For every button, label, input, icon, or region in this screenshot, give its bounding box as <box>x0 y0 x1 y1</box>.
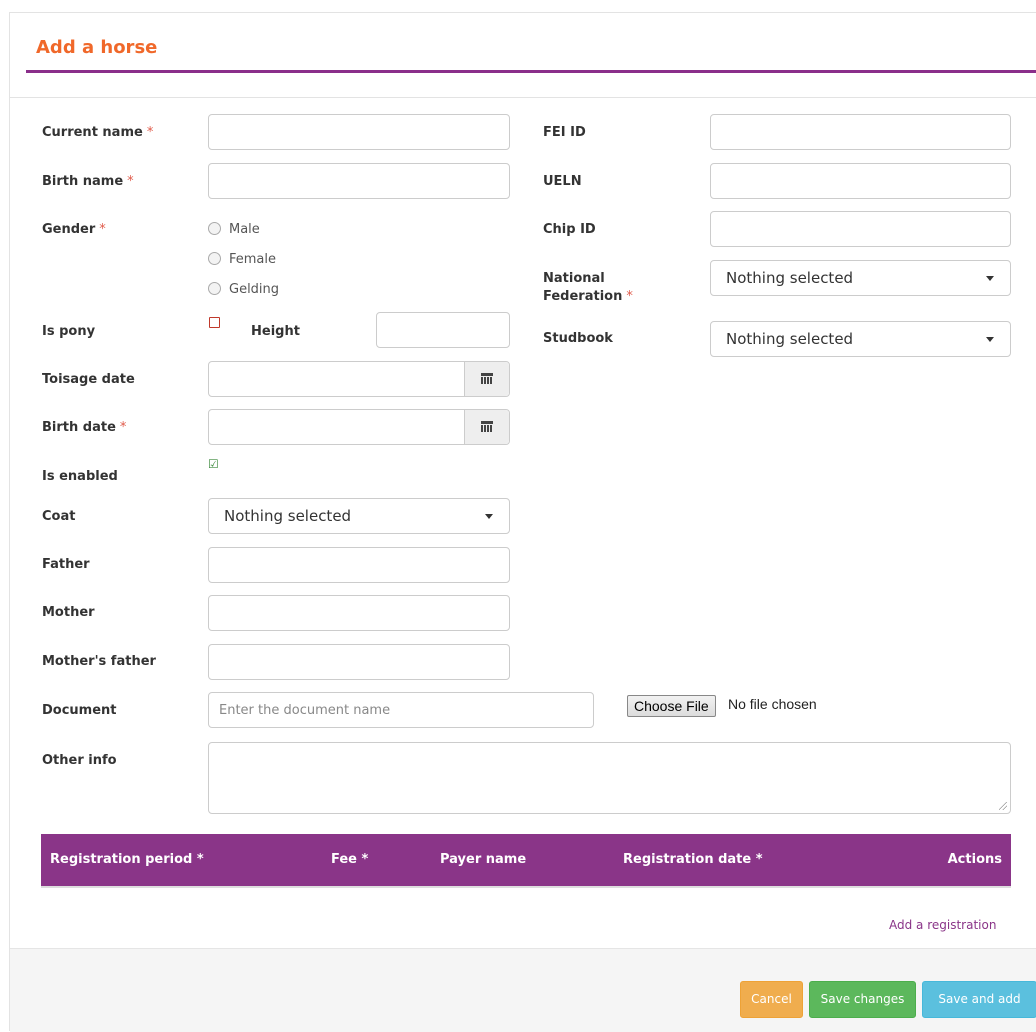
fei-id-input[interactable] <box>710 114 1011 150</box>
column-fee: Fee * <box>331 852 369 867</box>
radio-icon <box>208 282 221 295</box>
ueln-label: UELN <box>543 174 582 189</box>
studbook-select[interactable]: Nothing selected <box>710 321 1011 357</box>
radio-icon <box>208 222 221 235</box>
table-divider <box>41 886 1011 888</box>
is-enabled-checkbox[interactable]: ☑ <box>208 457 219 471</box>
gender-label: Gender * <box>42 222 106 237</box>
national-federation-label: National Federation * <box>543 271 633 304</box>
column-payer-name: Payer name <box>440 852 527 867</box>
resize-grip-icon[interactable] <box>999 802 1007 810</box>
coat-select[interactable]: Nothing selected <box>208 498 510 534</box>
toisage-date-label: Toisage date <box>42 372 135 387</box>
toisage-date-input[interactable] <box>208 361 510 397</box>
checked-box-icon: ☑ <box>208 457 219 471</box>
column-registration-period: Registration period * <box>50 852 204 867</box>
mothers-father-input[interactable] <box>208 644 510 680</box>
is-pony-label: Is pony <box>42 324 96 339</box>
page: Add a horse Current name * Birth name * Ge… <box>0 0 1036 1032</box>
modal-panel: Add a horse Current name * Birth name * Ge… <box>9 12 1036 1032</box>
column-registration-date: Registration date * <box>623 852 763 867</box>
add-registration-link[interactable]: Add a registration <box>889 918 996 932</box>
birth-date-calendar-button[interactable] <box>464 410 509 444</box>
is-pony-checkbox[interactable] <box>209 317 220 328</box>
ueln-input[interactable] <box>710 163 1011 199</box>
chip-id-label: Chip ID <box>543 222 596 237</box>
fei-id-label: FEI ID <box>543 125 586 140</box>
birth-name-input[interactable] <box>208 163 510 199</box>
other-info-label: Other info <box>42 753 117 768</box>
other-info-textarea[interactable] <box>208 742 1011 814</box>
coat-label: Coat <box>42 509 76 524</box>
mothers-father-label: Mother's father <box>42 654 156 669</box>
father-input[interactable] <box>208 547 510 583</box>
current-name-input[interactable] <box>208 114 510 150</box>
height-label: Height <box>251 324 300 339</box>
national-federation-select[interactable]: Nothing selected <box>710 260 1011 296</box>
current-name-label: Current name * <box>42 125 154 140</box>
caret-down-icon <box>986 337 994 342</box>
calendar-icon <box>481 373 493 384</box>
document-name-input[interactable]: Enter the document name <box>208 692 594 728</box>
studbook-label: Studbook <box>543 331 613 346</box>
is-enabled-label: Is enabled <box>42 469 118 484</box>
caret-down-icon <box>485 514 493 519</box>
toisage-date-calendar-button[interactable] <box>464 362 509 396</box>
save-and-add-button[interactable]: Save and add <box>922 981 1036 1018</box>
page-title: Add a horse <box>36 37 158 58</box>
birth-date-input[interactable] <box>208 409 510 445</box>
birth-date-label: Birth date * <box>42 420 127 435</box>
mother-input[interactable] <box>208 595 510 631</box>
radio-icon <box>208 252 221 265</box>
document-label: Document <box>42 703 117 718</box>
father-label: Father <box>42 557 90 572</box>
column-actions: Actions <box>947 852 1002 867</box>
gender-option-female[interactable]: Female <box>208 252 276 267</box>
height-input[interactable] <box>376 312 510 348</box>
title-underline <box>26 70 1036 73</box>
choose-file-button[interactable]: Choose File <box>627 695 716 717</box>
cancel-button[interactable]: Cancel <box>740 981 803 1018</box>
calendar-icon <box>481 421 493 432</box>
gender-option-male[interactable]: Male <box>208 222 260 237</box>
gender-option-gelding[interactable]: Gelding <box>208 282 279 297</box>
registrations-table-header: Registration period * Fee * Payer name R… <box>41 834 1011 886</box>
file-status-text: No file chosen <box>728 696 817 712</box>
birth-name-label: Birth name * <box>42 174 134 189</box>
save-changes-button[interactable]: Save changes <box>809 981 916 1018</box>
caret-down-icon <box>986 276 994 281</box>
mother-label: Mother <box>42 605 95 620</box>
chip-id-input[interactable] <box>710 211 1011 247</box>
modal-header: Add a horse <box>10 13 1036 98</box>
